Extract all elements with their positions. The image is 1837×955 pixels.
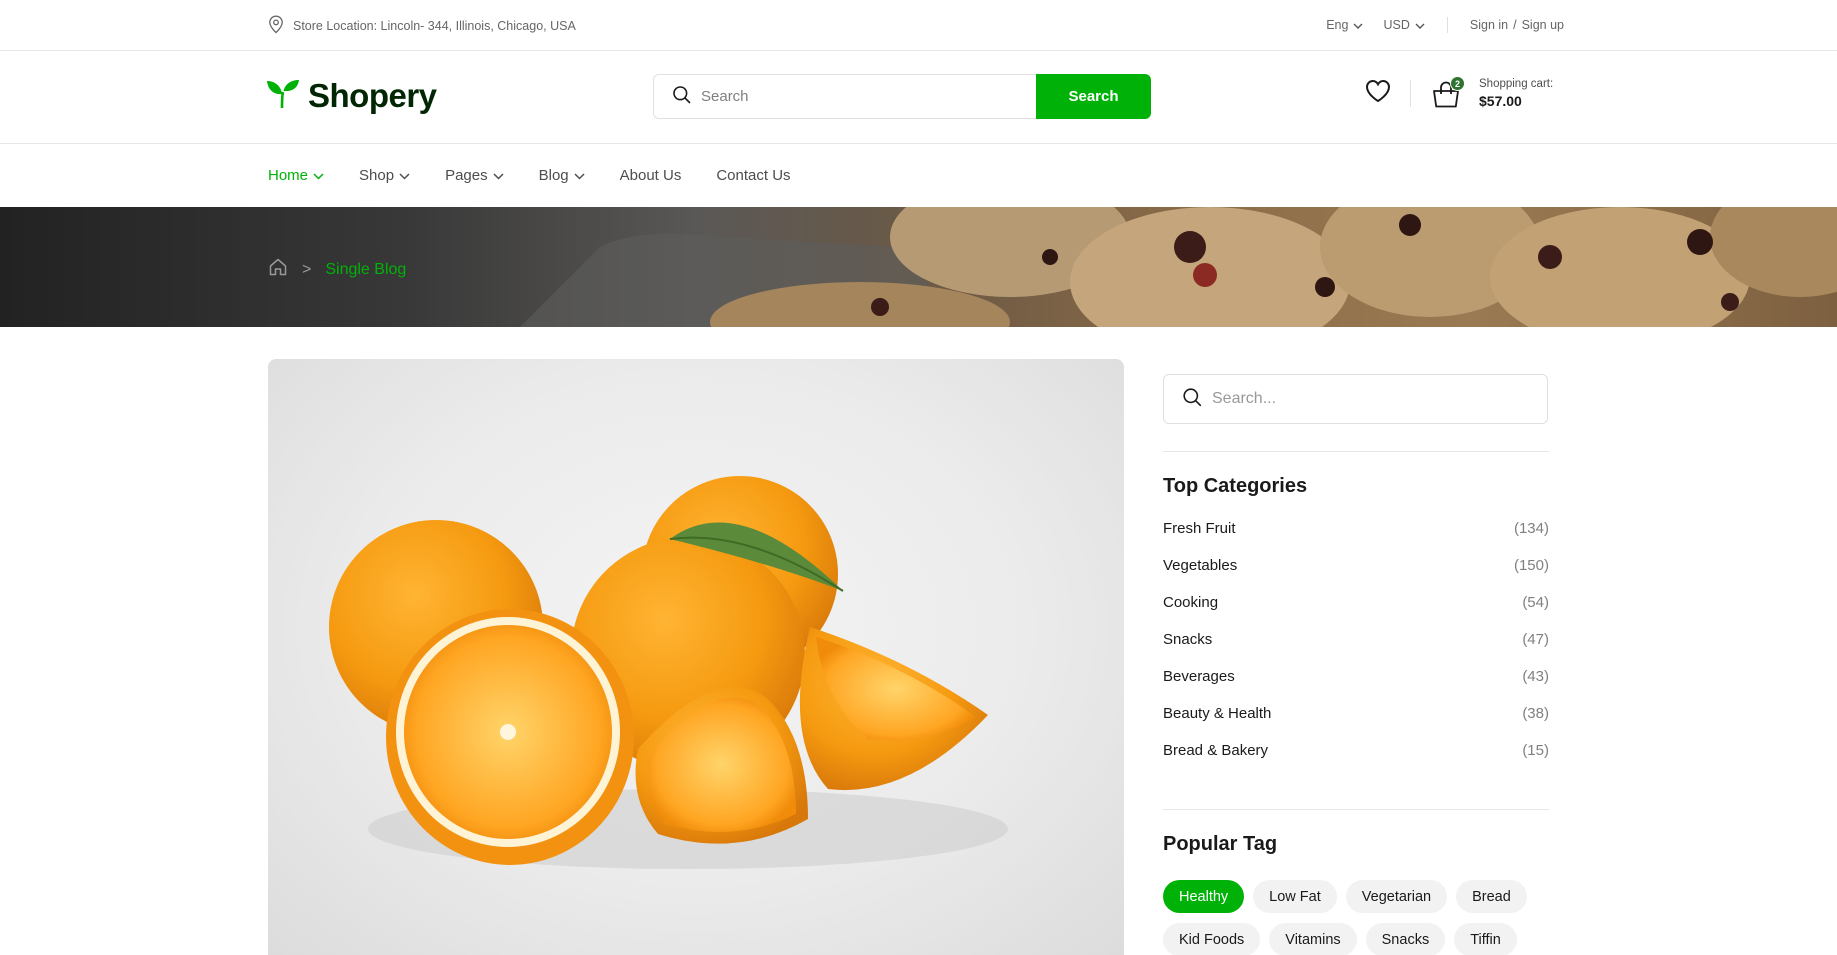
auth-separator: / <box>1513 18 1517 32</box>
chevron-down-icon <box>574 167 585 184</box>
tag-low-fat[interactable]: Low Fat <box>1253 880 1337 913</box>
popular-tag-title: Popular Tag <box>1163 833 1278 855</box>
chevron-down-icon <box>313 167 324 184</box>
sidebar-search-input[interactable] <box>1212 390 1512 408</box>
category-name: Fresh Fruit <box>1163 520 1236 537</box>
top-categories-title: Top Categories <box>1163 475 1308 497</box>
leaf-logo-icon <box>266 78 300 115</box>
main-header: Shopery Search 2 Shopping cart: $57.00 <box>0 51 1837 144</box>
header-search-input[interactable] <box>701 88 1001 105</box>
category-count: (54) <box>1522 594 1549 611</box>
tag-vegetarian[interactable]: Vegetarian <box>1345 880 1448 913</box>
nav-about-us[interactable]: About Us <box>620 167 682 184</box>
nav-label: Blog <box>538 167 569 184</box>
search-icon <box>672 85 691 109</box>
tag-vitamins[interactable]: Vitamins <box>1269 923 1357 955</box>
category-count: (150) <box>1513 557 1549 574</box>
nav-home[interactable]: Home <box>268 167 324 184</box>
sign-up-link[interactable]: Sign up <box>1522 18 1564 32</box>
chevron-down-icon <box>399 167 410 184</box>
currency-select[interactable]: USD <box>1383 18 1425 32</box>
category-item[interactable]: Beverages (43) <box>1163 668 1549 705</box>
store-location: Store Location: Lincoln- 344, Illinois, … <box>268 15 576 37</box>
divider <box>1410 79 1411 107</box>
header-search: Search <box>653 74 1151 119</box>
shopping-cart[interactable]: 2 Shopping cart: $57.00 <box>1431 76 1553 110</box>
category-count: (38) <box>1522 705 1549 722</box>
breadcrumb-separator: > <box>302 260 312 278</box>
category-name: Cooking <box>1163 594 1219 611</box>
chevron-down-icon <box>493 167 504 184</box>
currency-value: USD <box>1383 18 1410 32</box>
divider <box>1163 809 1549 810</box>
tag-healthy[interactable]: Healthy <box>1163 880 1245 913</box>
breadcrumb-banner: > Single Blog <box>0 207 1837 327</box>
divider <box>1446 17 1448 33</box>
nav-contact-us[interactable]: Contact Us <box>716 167 790 184</box>
language-select[interactable]: Eng <box>1326 18 1363 32</box>
nav-pages[interactable]: Pages <box>445 167 504 184</box>
nav-shop[interactable]: Shop <box>359 167 410 184</box>
search-button[interactable]: Search <box>1036 74 1151 119</box>
shopping-bag-icon: 2 <box>1431 76 1465 110</box>
category-name: Beverages <box>1163 668 1235 685</box>
breadcrumb: > Single Blog <box>268 257 406 282</box>
tag-cloud: Healthy Low Fat Vegetarian Bread Kid Foo… <box>1163 880 1563 955</box>
tag-tiffin[interactable]: Tiffin <box>1454 923 1517 955</box>
category-item[interactable]: Snacks (47) <box>1163 631 1549 668</box>
category-name: Bread & Bakery <box>1163 742 1269 759</box>
cart-count-badge: 2 <box>1450 76 1465 91</box>
nav-label: Contact Us <box>716 167 791 184</box>
nav-label: About Us <box>619 167 682 184</box>
tag-bread[interactable]: Bread <box>1456 880 1527 913</box>
category-name: Beauty & Health <box>1163 705 1272 722</box>
category-item[interactable]: Beauty & Health (38) <box>1163 705 1549 742</box>
logo[interactable]: Shopery <box>266 77 437 115</box>
store-location-text: Store Location: Lincoln- 344, Illinois, … <box>293 19 576 33</box>
category-count: (43) <box>1522 668 1549 685</box>
nav-label: Home <box>268 167 309 184</box>
main-nav: Home Shop Pages Blog About Us Contact Us <box>268 144 826 207</box>
category-list: Fresh Fruit (134) Vegetables (150) Cooking… <box>1163 520 1549 779</box>
divider <box>1163 451 1549 452</box>
category-item[interactable]: Cooking (54) <box>1163 594 1549 631</box>
category-name: Vegetables <box>1163 557 1238 574</box>
sign-in-link[interactable]: Sign in <box>1470 18 1508 32</box>
oranges-image <box>329 476 1008 869</box>
top-bar: Store Location: Lincoln- 344, Illinois, … <box>0 0 1837 51</box>
map-pin-icon <box>268 15 284 37</box>
nav-label: Pages <box>445 167 488 184</box>
logo-text: Shopery <box>308 77 437 114</box>
category-count: (47) <box>1522 631 1549 648</box>
home-icon[interactable] <box>268 257 288 282</box>
breadcrumb-current: Single Blog <box>325 260 407 278</box>
nav-label: Shop <box>359 167 395 184</box>
category-count: (15) <box>1522 742 1549 759</box>
heart-icon[interactable] <box>1365 79 1391 108</box>
tag-snacks[interactable]: Snacks <box>1365 923 1446 955</box>
chevron-down-icon <box>1353 18 1363 32</box>
chevron-down-icon <box>1415 18 1425 32</box>
category-name: Snacks <box>1163 631 1213 648</box>
category-item[interactable]: Bread & Bakery (15) <box>1163 742 1549 779</box>
category-item[interactable]: Fresh Fruit (134) <box>1163 520 1549 557</box>
nav-blog[interactable]: Blog <box>539 167 585 184</box>
tag-kid-foods[interactable]: Kid Foods <box>1163 923 1261 955</box>
search-icon <box>1182 387 1202 412</box>
cart-total: $57.00 <box>1479 92 1522 109</box>
language-value: Eng <box>1326 18 1349 32</box>
sidebar-search <box>1163 374 1548 424</box>
category-item[interactable]: Vegetables (150) <box>1163 557 1549 594</box>
blog-featured-image <box>268 359 1124 955</box>
category-count: (134) <box>1513 520 1549 537</box>
cart-label: Shopping cart: <box>1479 77 1554 90</box>
